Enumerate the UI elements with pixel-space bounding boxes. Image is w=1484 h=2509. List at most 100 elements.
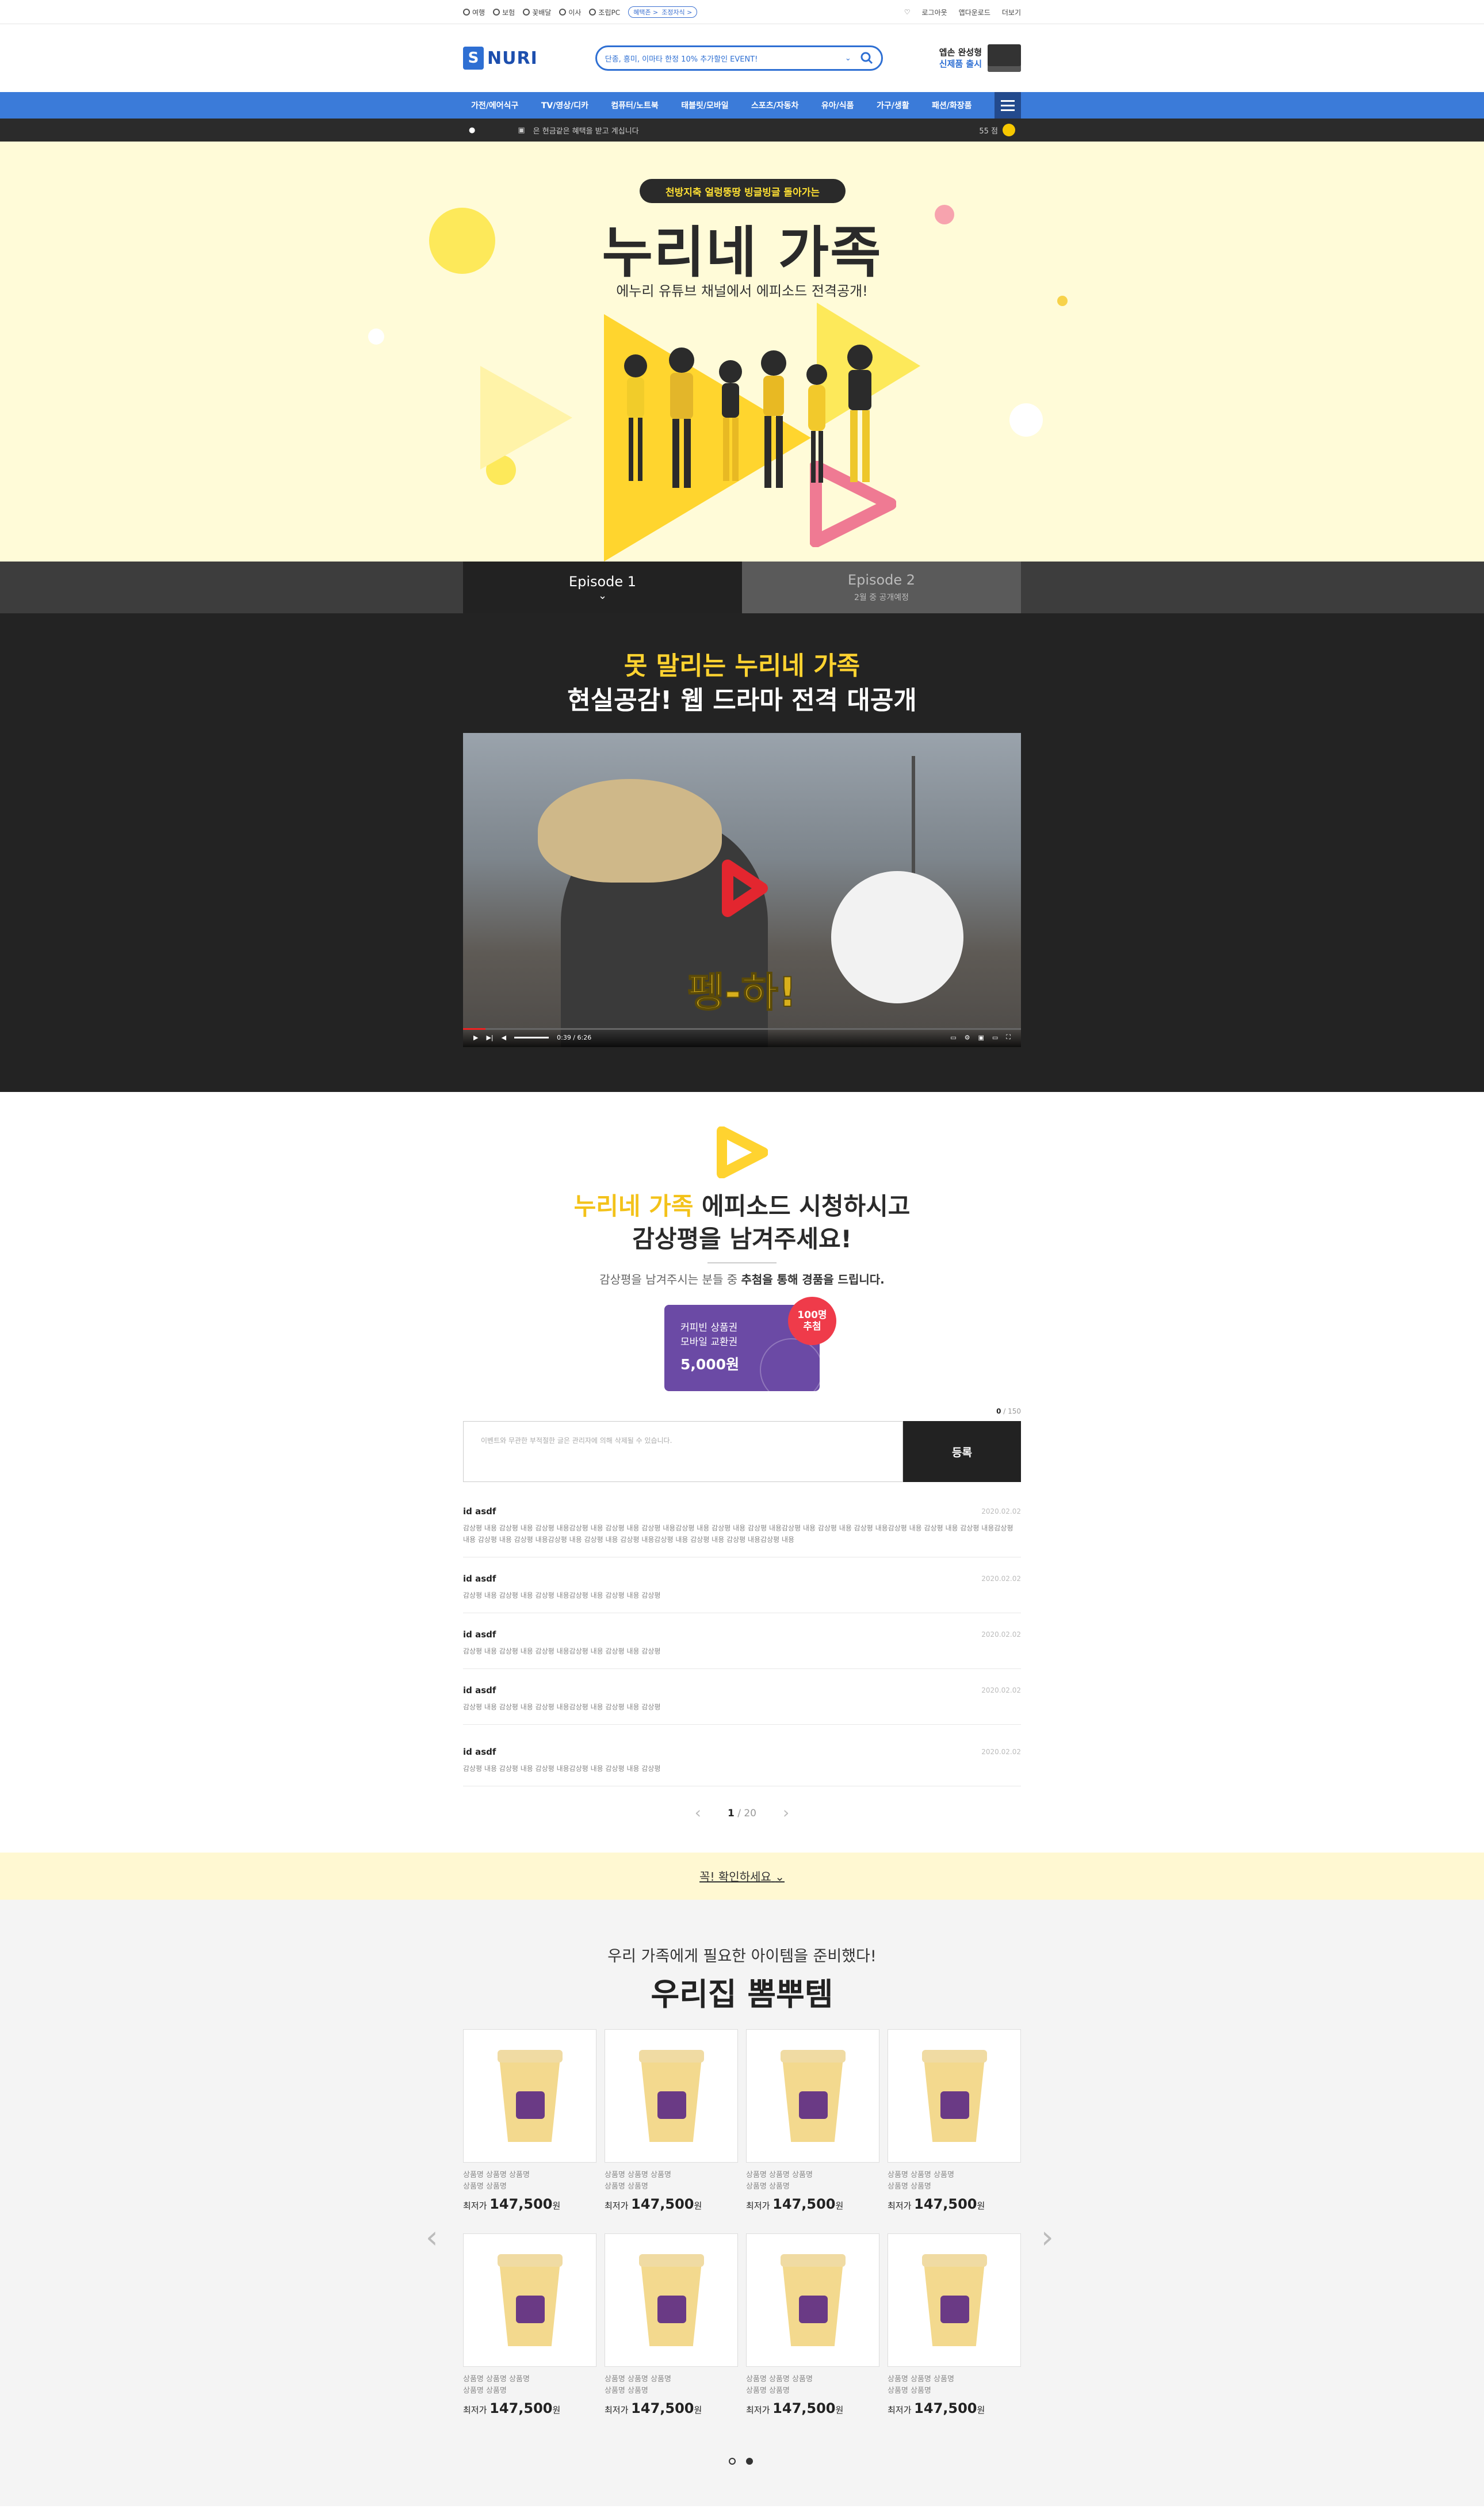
theater-icon[interactable]: ▭ (992, 1034, 998, 1041)
comment-pagination: ‹ 1 / 20 › (0, 1801, 1484, 1822)
product-card[interactable]: 상품명 상품명 상품명 상품명 상품명 최저가 147,500원 (746, 2233, 879, 2416)
service-link-insurance[interactable]: 보험 (493, 7, 515, 17)
volume-slider[interactable] (514, 1036, 549, 1038)
product-image[interactable] (463, 2233, 596, 2367)
carousel-dot-active[interactable] (746, 2458, 753, 2465)
product-image[interactable] (888, 2233, 1021, 2367)
product-price: 147,500 (631, 2196, 694, 2212)
logout-link[interactable]: 로그아웃 (922, 7, 947, 17)
tab-episode-2[interactable]: Episode 2 2월 중 공개예정 (742, 562, 1021, 613)
product-image[interactable] (746, 2029, 879, 2163)
play-button-icon[interactable] (722, 860, 768, 917)
more-link[interactable]: 더보기 (1002, 7, 1021, 17)
search-box[interactable]: 단종, 흥미, 이마타 한정 10% 추가할인 EVENT! ⌄ (595, 45, 883, 71)
service-link-pc[interactable]: 조립PC (589, 7, 620, 17)
price-unit: 원 (977, 2405, 985, 2415)
product-name[interactable]: 상품명 상품명 (746, 2181, 879, 2193)
product-card[interactable]: 상품명 상품명 상품명 상품명 상품명 최저가 147,500원 (463, 2233, 596, 2416)
volume-icon[interactable]: ◀ (502, 1034, 506, 1041)
nav-item-tv[interactable]: TV/영상/디카 (541, 100, 588, 111)
nav-item-computer[interactable]: 컴퓨터/노트북 (611, 100, 658, 111)
comment-textarea[interactable]: 이벤트와 무관한 부적절한 글은 관리자에 의해 삭제될 수 있습니다. (463, 1421, 903, 1482)
chevron-down-icon[interactable]: ⌄ (845, 54, 851, 63)
product-grid: 상품명 상품명 상품명 상품명 상품명 최저가 147,500원 상품명 상품명 상… (463, 2029, 1021, 2416)
nav-item-fashion[interactable]: 패션/화장품 (932, 100, 972, 111)
chevron-down-icon: ⌄ (598, 589, 607, 602)
nav-item-appliance[interactable]: 가전/에어식구 (471, 100, 518, 111)
chevron-left-icon[interactable]: ‹ (695, 1803, 701, 1822)
progress-bar[interactable] (463, 1028, 1021, 1030)
tab-label: Episode 2 (847, 572, 916, 588)
header-ad-banner[interactable]: 엡손 완성형 신제품 출시 (939, 44, 1021, 72)
chevron-right-icon[interactable]: › (783, 1803, 789, 1822)
service-link-travel[interactable]: 여행 (463, 7, 485, 17)
product-image[interactable] (463, 2029, 596, 2163)
product-image[interactable] (605, 2233, 738, 2367)
subtitles-icon[interactable]: ▭ (950, 1034, 956, 1041)
submit-button[interactable]: 등록 (903, 1421, 1021, 1482)
product-name[interactable]: 상품명 상품명 상품명 (746, 2374, 879, 2385)
product-name[interactable]: 상품명 상품명 상품명 (605, 2374, 738, 2385)
product-image[interactable] (746, 2233, 879, 2367)
chevron-right-icon[interactable]: › (1041, 2219, 1054, 2255)
product-name[interactable]: 상품명 상품명 상품명 (463, 2170, 596, 2181)
adjust-link[interactable]: 조정자식 > (661, 7, 692, 17)
search-icon[interactable] (860, 52, 873, 64)
chevron-left-icon[interactable]: ‹ (426, 2219, 438, 2255)
product-name[interactable]: 상품명 상품명 (605, 2385, 738, 2397)
product-name[interactable]: 상품명 상품명 (888, 2385, 1021, 2397)
product-card[interactable]: 상품명 상품명 상품명 상품명 상품명 최저가 147,500원 (605, 2233, 738, 2416)
service-link-flower[interactable]: 꽃배달 (523, 7, 551, 17)
tab-episode-1[interactable]: Episode 1 ⌄ (463, 562, 742, 613)
play-icon[interactable]: ▶ (473, 1034, 478, 1041)
product-name[interactable]: 상품명 상품명 상품명 (888, 2170, 1021, 2181)
nav-item-furniture[interactable]: 가구/생활 (877, 100, 909, 111)
comment-date: 2020.02.02 (981, 1748, 1021, 1756)
coffee-seal-icon (760, 1338, 823, 1401)
notice-toggle[interactable]: 꼭! 확인하세요 ⌄ (0, 1868, 1484, 1884)
product-card[interactable]: 상품명 상품명 상품명 상품명 상품명 최저가 147,500원 (463, 2029, 596, 2212)
service-link-moving[interactable]: 이사 (559, 7, 581, 17)
product-image[interactable] (888, 2029, 1021, 2163)
product-name[interactable]: 상품명 상품명 (746, 2385, 879, 2397)
flower-icon (523, 9, 530, 16)
next-icon[interactable]: ▶| (486, 1034, 493, 1041)
nav-item-mobile[interactable]: 태블릿/모바일 (681, 100, 728, 111)
nav-item-baby-food[interactable]: 유아/식품 (821, 100, 854, 111)
comment-body: 감상평 내용 감상평 내용 감상평 내용감상평 내용 감상평 내용 감상평 (463, 1647, 661, 1655)
product-name[interactable]: 상품명 상품명 상품명 (746, 2170, 879, 2181)
product-image[interactable] (605, 2029, 738, 2163)
product-card[interactable]: 상품명 상품명 상품명 상품명 상품명 최저가 147,500원 (605, 2029, 738, 2212)
product-card[interactable]: 상품명 상품명 상품명 상품명 상품명 최저가 147,500원 (746, 2029, 879, 2212)
settings-icon[interactable]: ⚙ (965, 1034, 970, 1041)
product-name[interactable]: 상품명 상품명 (463, 2385, 596, 2397)
miniplayer-icon[interactable]: ▣ (978, 1034, 984, 1041)
product-name[interactable]: 상품명 상품명 상품명 (463, 2374, 596, 2385)
site-logo[interactable]: S NURI (463, 47, 538, 70)
carousel-dot[interactable] (729, 2458, 736, 2465)
video-player[interactable]: 펭-하! ▶ ▶| ◀ 0:39 / 6:26 ▭ ⚙ ▣ ▭ ⛶ (463, 733, 1021, 1047)
product-name[interactable]: 상품명 상품명 (888, 2181, 1021, 2193)
product-card[interactable]: 상품명 상품명 상품명 상품명 상품명 최저가 147,500원 (888, 2233, 1021, 2416)
product-name[interactable]: 상품명 상품명 (463, 2181, 596, 2193)
coin-icon[interactable] (1003, 124, 1015, 136)
nav-item-sports[interactable]: 스포츠/자동차 (751, 100, 798, 111)
comment-date: 2020.02.02 (981, 1575, 1021, 1583)
product-price: 147,500 (489, 2196, 553, 2212)
hamburger-menu-icon[interactable] (994, 92, 1021, 119)
search-input[interactable]: 단종, 흥미, 이마타 한정 10% 추가할인 EVENT! (605, 53, 845, 64)
price-label: 최저가 (605, 2201, 632, 2211)
fullscreen-icon[interactable]: ⛶ (1006, 1033, 1011, 1041)
bookmark-icon[interactable]: ♡ (904, 8, 911, 16)
benefit-link[interactable]: 혜택존 > (633, 7, 658, 17)
product-name[interactable]: 상품명 상품명 (605, 2181, 738, 2193)
price-label: 최저가 (746, 2201, 773, 2211)
product-name[interactable]: 상품명 상품명 상품명 (888, 2374, 1021, 2385)
product-name[interactable]: 상품명 상품명 상품명 (605, 2170, 738, 2181)
play-logo-icon (717, 1126, 768, 1178)
app-download-link[interactable]: 앱다운로드 (959, 7, 990, 17)
product-card[interactable]: 상품명 상품명 상품명 상품명 상품명 최저가 147,500원 (888, 2029, 1021, 2212)
category-nav: 가전/에어식구 TV/영상/디카 컴퓨터/노트북 태블릿/모바일 스포츠/자동차… (0, 92, 1484, 119)
benefit-pill[interactable]: 혜택존 > 조정자식 > (628, 6, 698, 18)
comment-description: 감상평을 남겨주시는 분들 중 추첨을 통해 경품을 드립니다. (0, 1270, 1484, 1287)
